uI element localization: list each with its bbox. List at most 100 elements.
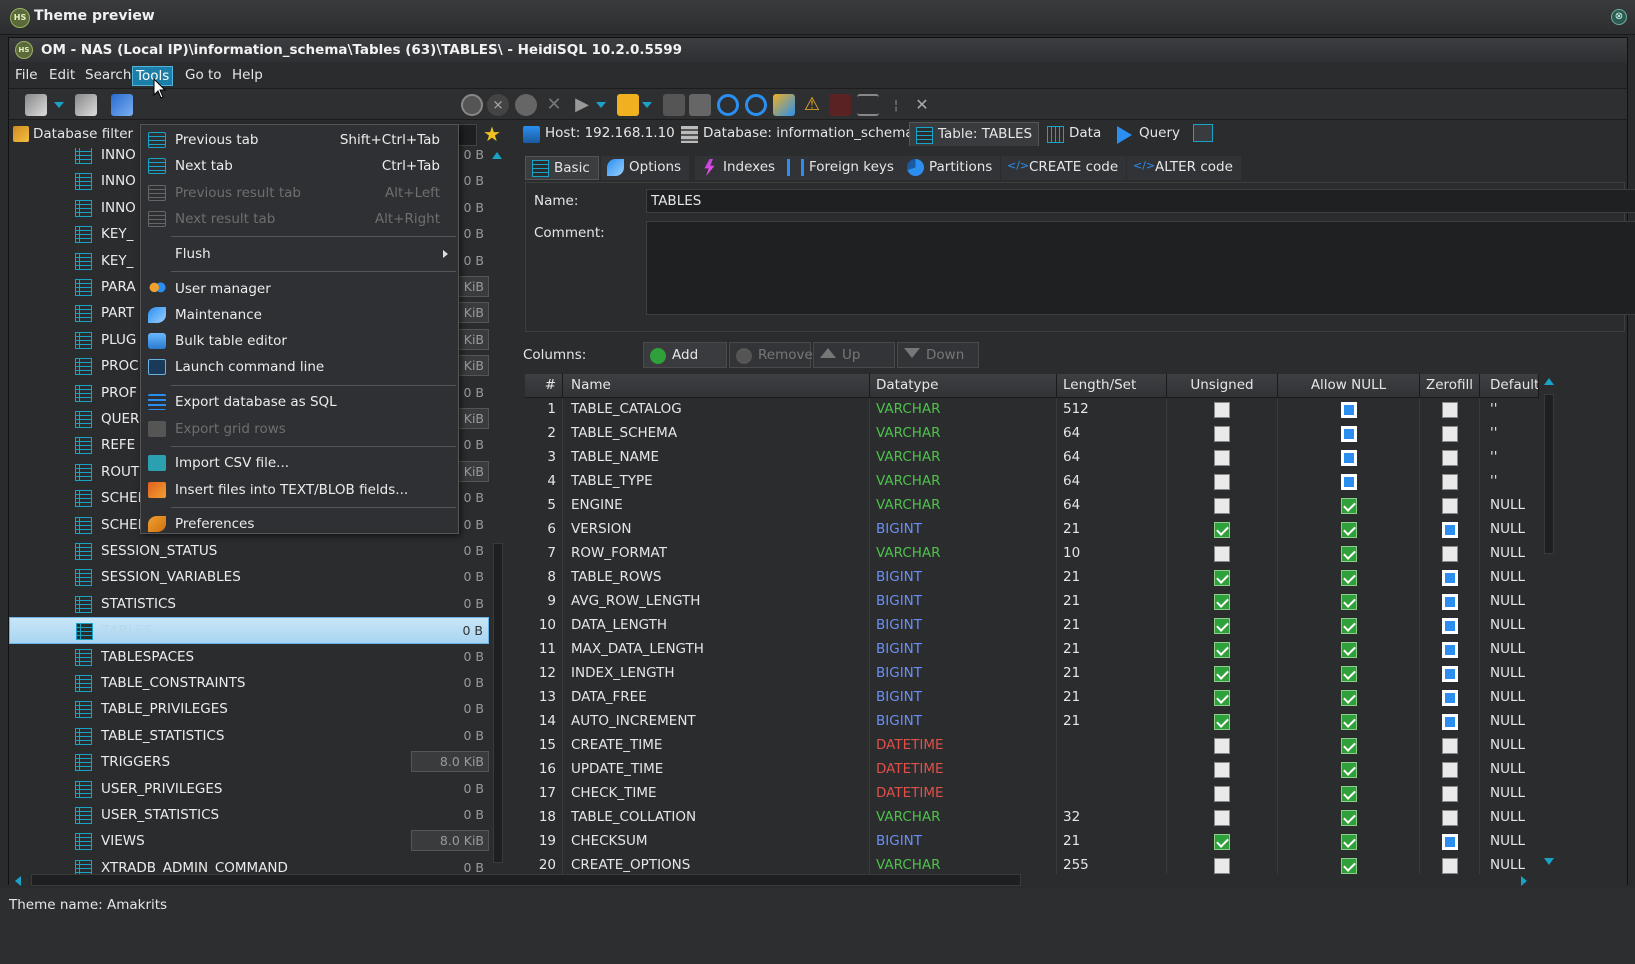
- zerofill-checkbox[interactable]: [1441, 810, 1458, 826]
- allow-null-checkbox[interactable]: [1340, 618, 1357, 634]
- cell-length[interactable]: 64: [1057, 446, 1167, 470]
- wrap-icon[interactable]: [857, 94, 879, 116]
- menu-item-bulk-table-editor[interactable]: Bulk table editor: [141, 328, 458, 354]
- cell-length[interactable]: 21: [1057, 662, 1167, 686]
- cell-datatype[interactable]: DATETIME: [870, 758, 1057, 782]
- cell-name[interactable]: TABLE_ROWS: [563, 566, 870, 590]
- table-row[interactable]: 11 MAX_DATA_LENGTH BIGINT 21 NULL: [525, 638, 1539, 662]
- header-length[interactable]: Length/Set: [1057, 374, 1167, 398]
- subtab-options[interactable]: Options: [601, 156, 690, 180]
- cell-default[interactable]: NULL: [1480, 710, 1539, 734]
- cell-default[interactable]: NULL: [1480, 590, 1539, 614]
- allow-null-checkbox[interactable]: [1340, 426, 1357, 442]
- zerofill-checkbox[interactable]: [1441, 666, 1458, 682]
- tab-host[interactable]: Host: 192.168.1.10: [517, 122, 681, 146]
- table-row[interactable]: 2 TABLE_SCHEMA VARCHAR 64 '': [525, 422, 1539, 446]
- cell-default[interactable]: NULL: [1480, 782, 1539, 806]
- cell-default[interactable]: '': [1480, 398, 1539, 422]
- menu-item-preferences[interactable]: Preferences: [141, 511, 458, 537]
- table-row[interactable]: 7 ROW_FORMAT VARCHAR 10 NULL: [525, 542, 1539, 566]
- cell-name[interactable]: TABLE_NAME: [563, 446, 870, 470]
- scroll-up-icon[interactable]: [492, 152, 502, 159]
- tree-item[interactable]: TABLES 0 B: [9, 617, 489, 644]
- cell-name[interactable]: ROW_FORMAT: [563, 542, 870, 566]
- subtab-alter-code[interactable]: </> ALTER code: [1127, 156, 1241, 180]
- copy-icon[interactable]: [111, 94, 133, 116]
- table-row[interactable]: 4 TABLE_TYPE VARCHAR 64 '': [525, 470, 1539, 494]
- subtab-foreign-keys[interactable]: Foreign keys: [781, 156, 902, 180]
- cell-name[interactable]: TABLE_COLLATION: [563, 806, 870, 830]
- table-row[interactable]: 17 CHECK_TIME DATETIME NULL: [525, 782, 1539, 806]
- table-row[interactable]: 10 DATA_LENGTH BIGINT 21 NULL: [525, 614, 1539, 638]
- zerofill-checkbox[interactable]: [1441, 786, 1458, 802]
- table-row[interactable]: 9 AVG_ROW_LENGTH BIGINT 21 NULL: [525, 590, 1539, 614]
- add-circle-icon[interactable]: [461, 94, 483, 116]
- cell-length[interactable]: [1057, 782, 1167, 806]
- cell-datatype[interactable]: BIGINT: [870, 830, 1057, 854]
- tree-item[interactable]: TABLESPACES 0 B: [9, 644, 489, 670]
- cell-name[interactable]: CHECKSUM: [563, 830, 870, 854]
- menu-goto[interactable]: Go to: [182, 66, 225, 84]
- comment-icon[interactable]: ¦: [885, 94, 907, 116]
- connect-dropdown-icon[interactable]: [53, 94, 65, 116]
- cell-datatype[interactable]: VARCHAR: [870, 854, 1057, 874]
- menu-item-maintenance[interactable]: Maintenance: [141, 302, 458, 328]
- cell-datatype[interactable]: BIGINT: [870, 614, 1057, 638]
- menu-edit[interactable]: Edit: [46, 66, 78, 84]
- cell-datatype[interactable]: BIGINT: [870, 662, 1057, 686]
- tree-scroll-thumb[interactable]: [493, 543, 503, 863]
- tree-item[interactable]: VIEWS 8.0 KiB: [9, 828, 489, 854]
- unsigned-checkbox[interactable]: [1214, 786, 1230, 802]
- cell-default[interactable]: NULL: [1480, 518, 1539, 542]
- cell-name[interactable]: TABLE_SCHEMA: [563, 422, 870, 446]
- search-icon[interactable]: [717, 94, 739, 116]
- format-icon[interactable]: [773, 94, 795, 116]
- zerofill-checkbox[interactable]: [1441, 426, 1458, 442]
- zerofill-checkbox[interactable]: [1441, 402, 1458, 418]
- zerofill-checkbox[interactable]: [1441, 522, 1458, 538]
- tree-item[interactable]: SESSION_STATUS 0 B: [9, 538, 489, 564]
- unsigned-checkbox[interactable]: [1214, 522, 1230, 538]
- horizontal-scrollbar[interactable]: [9, 874, 1627, 886]
- unsigned-checkbox[interactable]: [1214, 858, 1230, 874]
- cell-length[interactable]: 32: [1057, 806, 1167, 830]
- apply-circle-icon[interactable]: [515, 94, 537, 116]
- allow-null-checkbox[interactable]: [1340, 450, 1357, 466]
- open-dropdown-icon[interactable]: [641, 94, 653, 116]
- cell-datatype[interactable]: VARCHAR: [870, 422, 1057, 446]
- subtab-partitions[interactable]: Partitions: [901, 156, 1001, 180]
- cell-datatype[interactable]: BIGINT: [870, 710, 1057, 734]
- zerofill-checkbox[interactable]: [1441, 642, 1458, 658]
- table-row[interactable]: 20 CREATE_OPTIONS VARCHAR 255 NULL: [525, 854, 1539, 874]
- tree-item[interactable]: STATISTICS 0 B: [9, 591, 489, 617]
- run-dropdown-icon[interactable]: [595, 94, 607, 116]
- zerofill-checkbox[interactable]: [1441, 570, 1458, 586]
- cell-datatype[interactable]: VARCHAR: [870, 398, 1057, 422]
- cell-length[interactable]: 21: [1057, 614, 1167, 638]
- menu-item-export-database-as-sql[interactable]: Export database as SQL: [141, 389, 458, 415]
- cell-length[interactable]: 512: [1057, 398, 1167, 422]
- cell-length[interactable]: 10: [1057, 542, 1167, 566]
- cell-length[interactable]: 64: [1057, 494, 1167, 518]
- cell-name[interactable]: UPDATE_TIME: [563, 758, 870, 782]
- allow-null-checkbox[interactable]: [1340, 858, 1357, 874]
- cell-datatype[interactable]: VARCHAR: [870, 542, 1057, 566]
- header-allow-null[interactable]: Allow NULL: [1278, 374, 1420, 398]
- allow-null-checkbox[interactable]: [1340, 714, 1357, 730]
- warning-icon[interactable]: ⚠: [801, 94, 823, 116]
- allow-null-checkbox[interactable]: [1340, 690, 1357, 706]
- new-query-tab-icon[interactable]: [1193, 124, 1213, 142]
- allow-null-checkbox[interactable]: [1340, 498, 1357, 514]
- table-row[interactable]: 3 TABLE_NAME VARCHAR 64 '': [525, 446, 1539, 470]
- unsigned-checkbox[interactable]: [1214, 570, 1230, 586]
- grid-scroll-thumb[interactable]: [1544, 394, 1554, 554]
- tab-data[interactable]: Data: [1041, 122, 1107, 146]
- cell-datatype[interactable]: DATETIME: [870, 782, 1057, 806]
- cell-length[interactable]: 21: [1057, 710, 1167, 734]
- cell-length[interactable]: 21: [1057, 518, 1167, 542]
- table-row[interactable]: 12 INDEX_LENGTH BIGINT 21 NULL: [525, 662, 1539, 686]
- zerofill-checkbox[interactable]: [1441, 762, 1458, 778]
- table-row[interactable]: 1 TABLE_CATALOG VARCHAR 512 '': [525, 398, 1539, 422]
- cell-name[interactable]: INDEX_LENGTH: [563, 662, 870, 686]
- binary-icon[interactable]: [829, 94, 851, 116]
